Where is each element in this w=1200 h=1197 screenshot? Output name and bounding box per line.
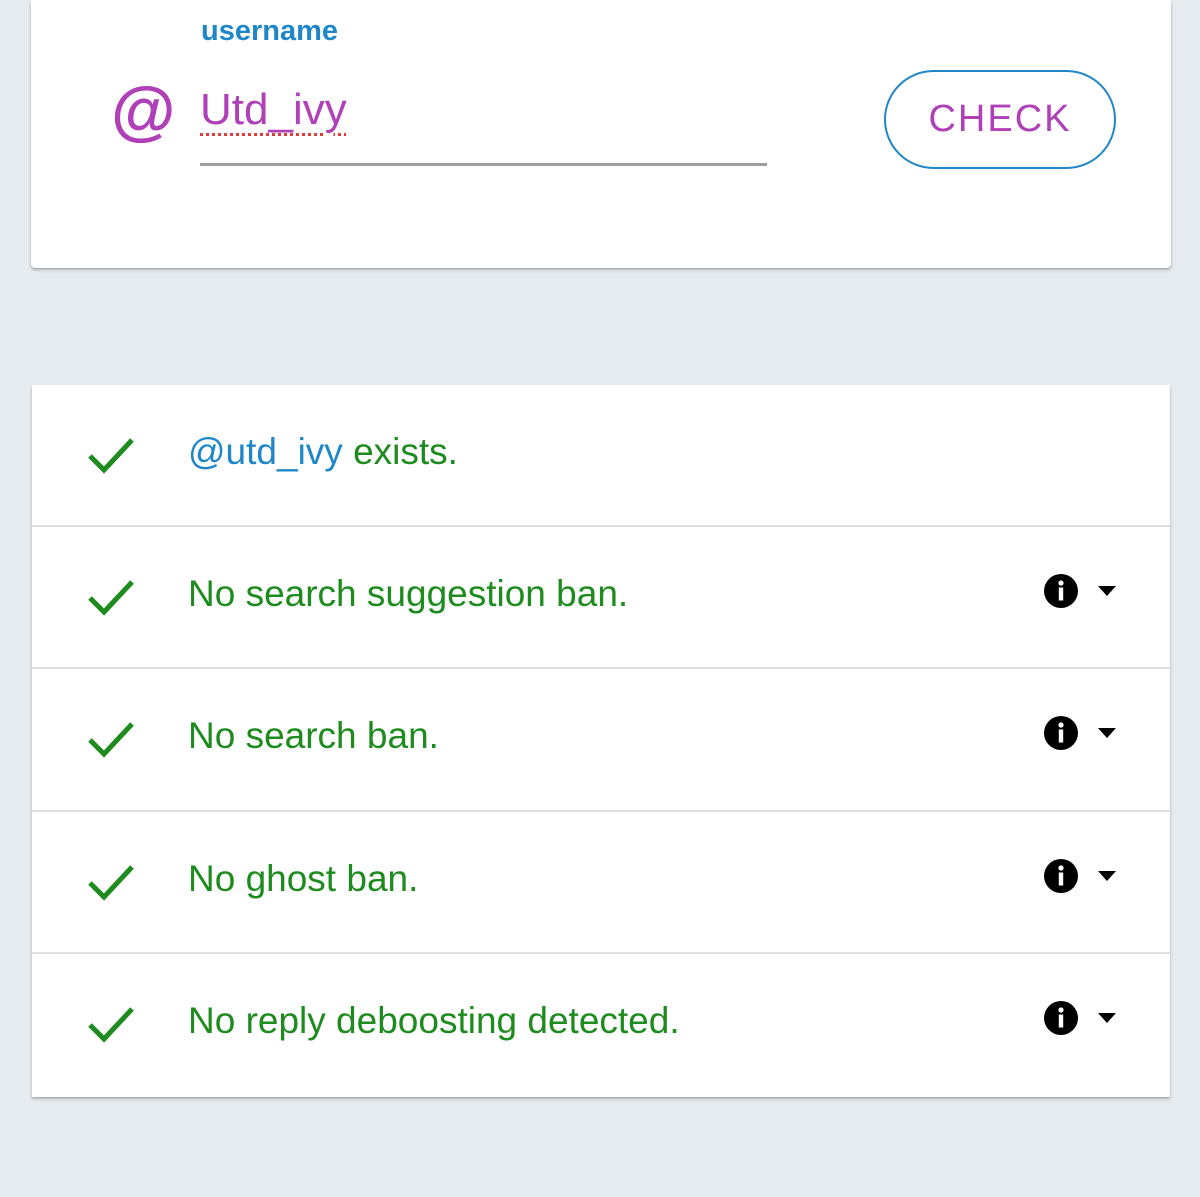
check-icon [88,865,134,901]
check-icon [88,438,134,474]
result-text: @utd_ivy exists. [188,431,458,472]
username-mention: @utd_ivy [188,431,343,472]
results-card: @utd_ivy exists. No search suggestion ba… [32,385,1170,1097]
arrow-drop-down-icon[interactable] [1098,728,1116,738]
info-icon[interactable] [1044,1001,1078,1035]
info-icon[interactable] [1044,859,1078,893]
result-row-search-suggestion-ban: No search suggestion ban. [32,525,1170,667]
username-label: username [201,15,339,47]
result-row-search-ban: No search ban. [32,667,1170,809]
arrow-drop-down-icon[interactable] [1098,871,1116,881]
arrow-drop-down-icon[interactable] [1098,586,1116,596]
username-value: Utd_ivy [200,85,347,134]
result-text: No reply deboosting detected. [188,1000,680,1041]
check-icon [88,722,134,758]
check-button[interactable]: CHECK [884,70,1116,169]
arrow-drop-down-icon[interactable] [1098,1013,1116,1023]
result-row-exists: @utd_ivy exists. [32,385,1170,527]
check-icon [88,580,134,616]
info-icon[interactable] [1044,716,1078,750]
result-text: No search suggestion ban. [188,573,629,614]
check-icon [88,1007,134,1043]
info-icon[interactable] [1044,574,1078,608]
username-input[interactable]: Utd_ivy [200,80,767,166]
result-text: No search ban. [188,715,439,756]
result-row-reply-deboosting: No reply deboosting detected. [32,952,1170,1094]
search-card: username @ Utd_ivy CHECK [31,0,1171,268]
result-row-ghost-ban: No ghost ban. [32,810,1170,952]
result-text: No ghost ban. [188,858,419,899]
at-icon: @ [110,74,175,148]
